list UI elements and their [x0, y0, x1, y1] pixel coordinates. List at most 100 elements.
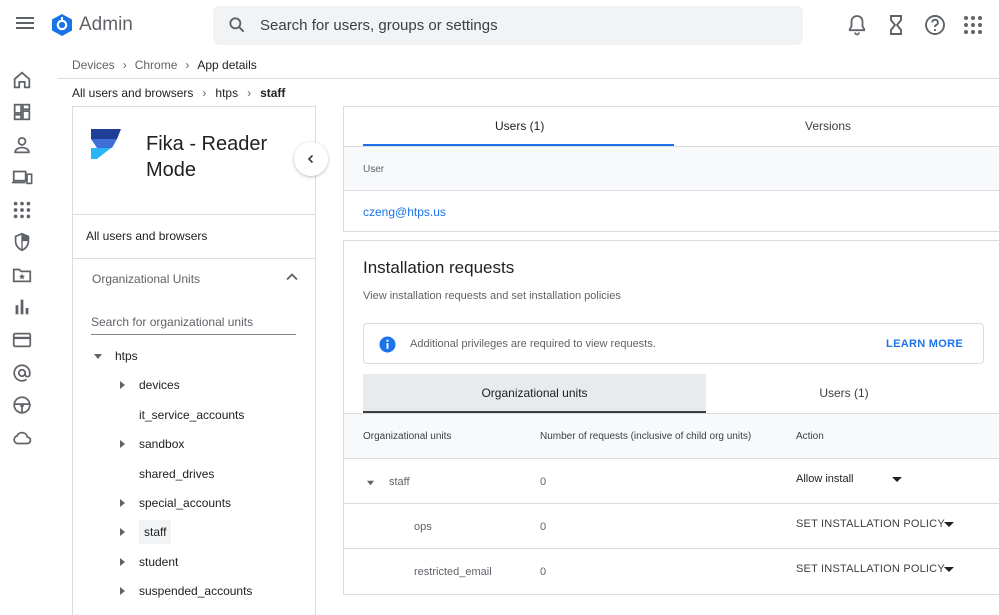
tree-item-label: sandbox	[139, 437, 185, 451]
divider	[73, 214, 315, 215]
home-icon[interactable]	[11, 69, 35, 93]
breadcrumb-devices[interactable]: Devices	[72, 58, 115, 72]
security-icon[interactable]	[11, 231, 35, 255]
caret-down-icon[interactable]	[93, 351, 103, 361]
chevron-right-icon: ›	[185, 58, 190, 72]
requests-table-header: Organizational units Number of requests …	[344, 413, 999, 459]
bell-icon[interactable]	[845, 13, 869, 37]
tab-users[interactable]: Users (1)	[495, 119, 544, 133]
action-select-value: Allow install	[796, 473, 854, 485]
ou-breadcrumb: All users and browsers › htps › staff	[72, 85, 285, 101]
all-users-link[interactable]: All users and browsers	[86, 229, 207, 243]
set-policy-button[interactable]: SET INSTALLATION POLICY	[796, 563, 945, 575]
breadcrumb-divider	[58, 78, 999, 79]
tree-item-htps[interactable]: htps	[93, 344, 138, 368]
search-icon[interactable]	[227, 15, 247, 35]
column-header-ou: Organizational units	[363, 431, 452, 442]
ou-panel: Fika - Reader Mode All users and browser…	[72, 106, 316, 615]
chevron-left-icon	[307, 154, 314, 164]
dropdown-arrow-icon[interactable]	[892, 477, 902, 482]
installation-requests-card: Installation requests View installation …	[343, 240, 999, 595]
person-icon[interactable]	[11, 134, 35, 158]
app-logo-icon	[91, 129, 121, 159]
tree-item-label: special_accounts	[139, 496, 232, 510]
caret-right-icon[interactable]	[117, 527, 127, 537]
row-ou: staff	[389, 476, 410, 488]
breadcrumb-app-details: App details	[197, 58, 257, 72]
row-count: 0	[540, 521, 547, 533]
cloud-icon[interactable]	[11, 427, 35, 451]
tab-organizational-units[interactable]: Organizational units	[363, 374, 706, 413]
tab-versions[interactable]: Versions	[805, 119, 851, 133]
caret-right-icon[interactable]	[117, 439, 127, 449]
brand-name[interactable]: Admin	[79, 14, 133, 36]
ou-breadcrumb-htps[interactable]: htps	[215, 86, 238, 100]
row-count: 0	[540, 566, 547, 578]
hourglass-icon[interactable]	[884, 13, 908, 37]
ou-breadcrumb-current: staff	[260, 86, 286, 100]
dropdown-arrow-icon[interactable]	[944, 522, 954, 527]
tree-item-student[interactable]: student	[117, 550, 178, 574]
privileges-notice: Additional privileges are required to vi…	[363, 323, 984, 364]
chevron-up-icon[interactable]	[285, 270, 299, 284]
caret-right-icon[interactable]	[117, 557, 127, 567]
folder-star-icon[interactable]	[11, 264, 35, 288]
tree-item-it-service-accounts[interactable]: it_service_accounts	[117, 403, 244, 427]
breadcrumb-chrome[interactable]: Chrome	[135, 58, 178, 72]
caret-down-icon[interactable]	[366, 478, 375, 487]
tree-item-label: student	[139, 555, 179, 569]
notice-text: Additional privileges are required to vi…	[410, 338, 656, 350]
tree-item-label-selected: staff	[139, 520, 172, 544]
section-title: Installation requests	[363, 258, 515, 277]
tree-item-staff[interactable]: staff	[117, 520, 172, 544]
tab-label: Users (1)	[819, 386, 869, 400]
app-name: Fika - Reader Mode	[146, 133, 268, 181]
tree-item-shared-drives[interactable]: shared_drives	[117, 462, 214, 486]
column-header-user: User	[363, 164, 385, 175]
user-email-link[interactable]: czeng@htps.us	[363, 205, 446, 219]
apps-icon[interactable]	[11, 199, 35, 223]
collapse-panel-button[interactable]	[294, 142, 328, 176]
tree-item-label: suspended_accounts	[139, 584, 253, 598]
users-table-header: User	[344, 146, 999, 191]
table-row: ops 0 SET INSTALLATION POLICY	[344, 504, 999, 549]
global-search-input[interactable]	[260, 6, 790, 45]
caret-right-icon[interactable]	[117, 586, 127, 596]
main-menu-icon[interactable]	[14, 14, 36, 36]
tree-item-special-accounts[interactable]: special_accounts	[117, 491, 231, 515]
chevron-right-icon: ›	[122, 58, 127, 72]
caret-right-icon[interactable]	[117, 498, 127, 508]
top-bar: Admin	[0, 0, 999, 50]
row-count: 0	[540, 476, 547, 488]
tab-users[interactable]: Users (1)	[706, 374, 982, 413]
global-search-box[interactable]	[213, 6, 803, 45]
admin-logo-icon	[52, 14, 72, 36]
caret-right-icon[interactable]	[117, 380, 127, 390]
apps-grid-icon[interactable]	[961, 13, 985, 37]
help-icon[interactable]	[923, 13, 947, 37]
at-icon[interactable]	[11, 362, 35, 386]
devices-icon[interactable]	[11, 166, 35, 190]
learn-more-link[interactable]: LEARN MORE	[886, 338, 963, 350]
tree-item-label: devices	[139, 378, 180, 392]
tree-item-sandbox[interactable]: sandbox	[117, 432, 184, 456]
set-policy-button[interactable]: SET INSTALLATION POLICY	[796, 518, 945, 530]
table-row: staff 0 Allow install	[344, 459, 999, 504]
ou-breadcrumb-root[interactable]: All users and browsers	[72, 86, 193, 100]
section-subtitle: View installation requests and set insta…	[363, 290, 621, 302]
info-icon	[379, 336, 396, 353]
tree-item-devices[interactable]: devices	[117, 373, 180, 397]
dashboard-icon[interactable]	[11, 101, 35, 125]
action-select[interactable]: Allow install	[796, 473, 853, 485]
tab-label: Organizational units	[481, 386, 588, 400]
billing-icon[interactable]	[11, 329, 35, 353]
ou-search-input[interactable]	[91, 309, 296, 335]
tree-item-suspended-accounts[interactable]: suspended_accounts	[117, 579, 252, 603]
rules-icon[interactable]	[11, 394, 35, 418]
breadcrumb: Devices › Chrome › App details	[72, 57, 257, 73]
chevron-right-icon: ›	[247, 86, 252, 100]
column-header-action: Action	[796, 431, 824, 442]
users-versions-card: Users (1) Versions User czeng@htps.us	[343, 106, 999, 232]
dropdown-arrow-icon[interactable]	[944, 567, 954, 572]
reports-icon[interactable]	[11, 296, 35, 320]
